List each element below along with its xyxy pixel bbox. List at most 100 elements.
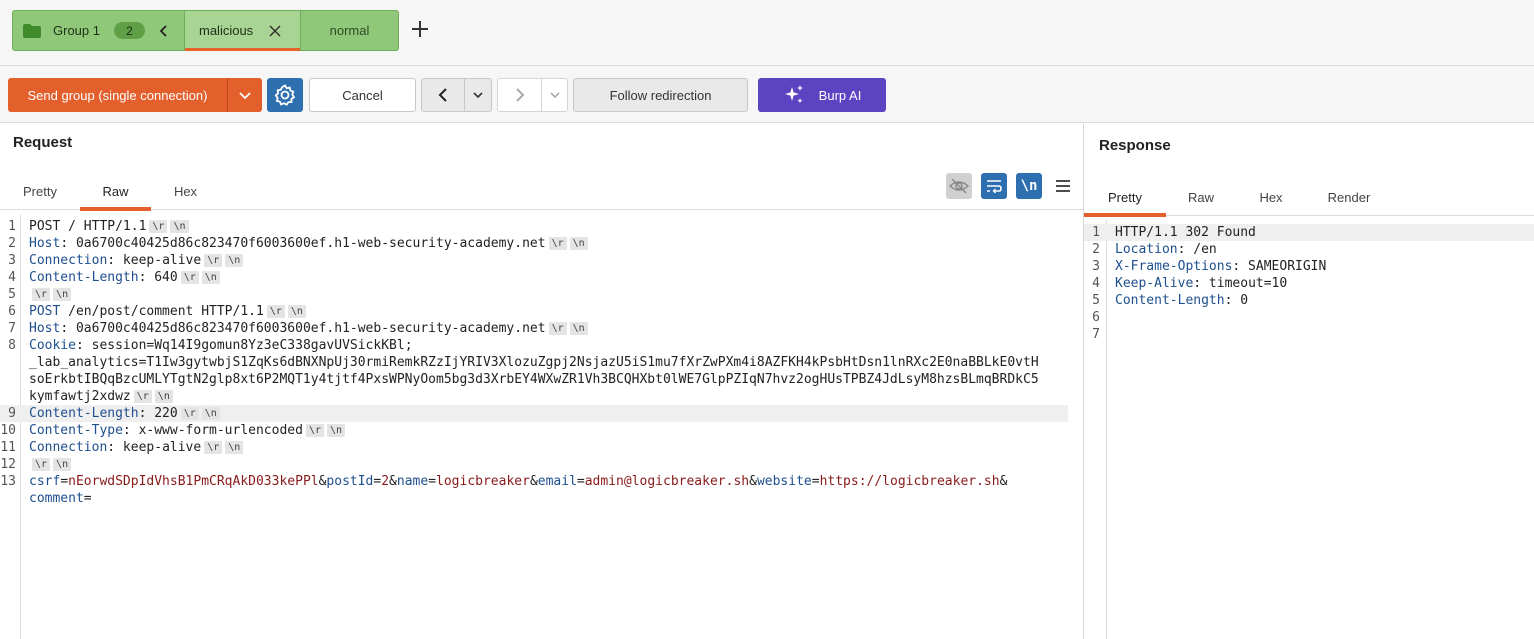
request-menu-button[interactable] <box>1050 173 1076 199</box>
header-name: Content-Length <box>29 406 139 421</box>
tab-hex[interactable]: Hex <box>158 172 213 210</box>
chevron-down-icon <box>473 92 483 99</box>
line-number: 5 <box>1092 293 1100 308</box>
code-line[interactable]: comment= <box>0 490 1068 507</box>
history-forward-dropdown[interactable] <box>541 78 568 112</box>
line-text: comment= <box>29 490 92 507</box>
code-line[interactable]: _lab_analytics=T1Iw3gytwbjS1ZqKs6dBNXNpU… <box>0 354 1068 371</box>
text-segment: kymfawtj2xdwz <box>29 389 131 404</box>
code-line[interactable]: 4 Content-Length: 640 \r \n <box>0 269 1068 286</box>
send-group-button[interactable]: Send group (single connection) <box>8 78 227 112</box>
line-number: 4 <box>1092 276 1100 291</box>
follow-redirection-button[interactable]: Follow redirection <box>573 78 748 112</box>
tab-render[interactable]: Render <box>1316 178 1382 216</box>
request-view-tabs: Pretty Raw Hex <box>0 172 1083 211</box>
burp-ai-button[interactable]: Burp AI <box>758 78 886 112</box>
crlf-marker: \n <box>201 407 220 420</box>
code-line[interactable]: 11 Connection: keep-alive \r \n <box>0 439 1068 456</box>
cancel-button[interactable]: Cancel <box>309 78 416 112</box>
code-line[interactable]: 13 csrf=nEorwdSDpIdVhsB1PmCRqAkD033kePPl&… <box>0 473 1068 490</box>
tab-malicious[interactable]: malicious <box>184 11 300 51</box>
code-line[interactable]: soErkbtIBQqBzcUMLYTgtN2glp8xt6P2MQT1y4tj… <box>0 371 1068 388</box>
code-line[interactable]: 3 X-Frame-Options: SAMEORIGIN <box>1084 258 1534 275</box>
line-number: 4 <box>8 270 16 285</box>
tab-hex[interactable]: Hex <box>1244 178 1298 216</box>
code-line[interactable]: 4 Keep-Alive: timeout=10 <box>1084 275 1534 292</box>
hide-nonprinting-toggle[interactable] <box>946 173 972 199</box>
tab-label: normal <box>329 23 370 38</box>
code-line[interactable]: 9 Content-Length: 220 \r \n <box>0 405 1068 422</box>
code-line[interactable]: 10 Content-Type: x-www-form-urlencoded \r \… <box>0 422 1068 439</box>
code-line[interactable]: kymfawtj2xdwz \r \n <box>0 388 1068 405</box>
plus-icon[interactable] <box>410 19 430 39</box>
response-title: Response <box>1099 137 1171 154</box>
chevron-left-icon[interactable] <box>157 24 171 38</box>
param-name: name <box>396 474 429 489</box>
line-number: 13 <box>0 474 16 489</box>
settings-button[interactable] <box>267 78 303 112</box>
param-value: admin@logicbreaker.sh <box>584 474 750 489</box>
code-line[interactable]: 2 Host: 0a6700c40425d86c823470f6003600ef.… <box>0 235 1068 252</box>
tab-pretty[interactable]: Pretty <box>8 172 72 210</box>
folder-icon <box>23 23 41 38</box>
code-line[interactable]: 12 \r \n <box>0 456 1068 473</box>
header-name: Location <box>1115 242 1178 257</box>
crlf-marker: \n <box>569 237 588 250</box>
tab-raw[interactable]: Raw <box>1174 178 1228 216</box>
crlf-marker: \r <box>204 441 223 454</box>
tab-group-header[interactable]: Group 1 2 <box>13 11 184 50</box>
response-editor[interactable]: 1 HTTP/1.1 302 Found 2 Location: /en 3 X-Fram… <box>1084 220 1534 639</box>
text-segment: = <box>811 474 820 489</box>
send-options-dropdown[interactable] <box>227 78 262 112</box>
tab-group-count-badge: 2 <box>113 22 145 39</box>
tab-normal[interactable]: normal <box>300 11 398 50</box>
line-number: 11 <box>0 440 16 455</box>
menu-icon <box>1056 180 1070 192</box>
code-line[interactable]: 1 POST / HTTP/1.1 \r \n <box>0 218 1068 235</box>
text-segment: : /en <box>1177 242 1217 257</box>
chevron-down-icon <box>239 92 251 100</box>
code-line[interactable]: 2 Location: /en <box>1084 241 1534 258</box>
header-name: Host <box>29 236 61 251</box>
wrap-lines-toggle[interactable] <box>981 173 1007 199</box>
param-value: logicbreaker <box>436 474 530 489</box>
tab-pretty[interactable]: Pretty <box>1084 178 1166 217</box>
line-text: X-Frame-Options: SAMEORIGIN <box>1115 258 1326 275</box>
history-forward-button[interactable] <box>497 78 542 112</box>
code-line[interactable]: 7 Host: 0a6700c40425d86c823470f6003600ef.… <box>0 320 1068 337</box>
history-back-dropdown[interactable] <box>464 78 492 112</box>
tab-label: malicious <box>199 23 254 38</box>
code-line[interactable]: 7 <box>1084 326 1534 343</box>
line-number: 8 <box>8 338 16 353</box>
header-name: X-Frame-Options <box>1115 259 1233 274</box>
line-text: Host: 0a6700c40425d86c823470f6003600ef.h… <box>29 320 588 337</box>
code-line[interactable]: 5 Content-Length: 0 <box>1084 292 1534 309</box>
line-number: 2 <box>8 236 16 251</box>
crlf-marker: \n <box>287 305 306 318</box>
text-segment: : 640 <box>138 270 178 285</box>
code-line[interactable]: 6 POST /en/post/comment HTTP/1.1 \r \n <box>0 303 1068 320</box>
text-segment: = <box>83 491 92 506</box>
crlf-marker: \r <box>32 458 51 471</box>
line-text: Keep-Alive: timeout=10 <box>1115 275 1287 292</box>
request-editor[interactable]: 1 POST / HTTP/1.1 \r \n 2 Host: 0a6700c40425d… <box>0 214 1068 639</box>
code-line[interactable]: 8 Cookie: session=Wq14I9gomun8Yz3eC338gav… <box>0 337 1068 354</box>
code-line[interactable]: 6 <box>1084 309 1534 326</box>
code-line[interactable]: 5 \r \n <box>0 286 1068 303</box>
header-name: Content-Length <box>1115 293 1225 308</box>
text-segment: _lab_analytics=T1Iw3gytwbjS1ZqKs6dBNXNpU… <box>29 355 1039 370</box>
arrow-forward-icon <box>515 88 524 102</box>
crlf-marker: \r <box>305 424 324 437</box>
code-line[interactable]: 1 HTTP/1.1 302 Found <box>1084 224 1534 241</box>
tab-raw[interactable]: Raw <box>80 172 151 211</box>
close-icon[interactable] <box>269 24 281 37</box>
crlf-marker: \r <box>548 322 567 335</box>
history-back-button[interactable] <box>421 78 465 112</box>
line-number: 1 <box>8 219 16 234</box>
text-segment: = <box>576 474 585 489</box>
code-line[interactable]: 3 Connection: keep-alive \r \n <box>0 252 1068 269</box>
hide-nonprinting-icon <box>948 178 970 194</box>
newline-toggle[interactable]: \n <box>1016 173 1042 199</box>
text-segment: = <box>60 474 69 489</box>
line-text: Host: 0a6700c40425d86c823470f6003600ef.h… <box>29 235 588 252</box>
